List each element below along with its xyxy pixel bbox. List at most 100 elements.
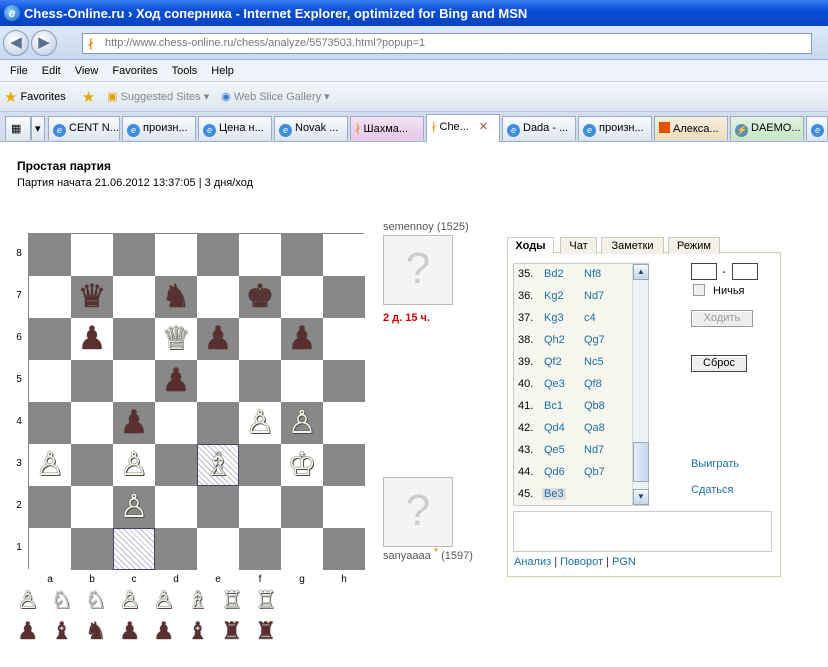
piece-b7[interactable]: ♛ (78, 278, 107, 314)
square-g1[interactable] (281, 528, 323, 570)
white-move[interactable]: Qd6 (544, 466, 565, 478)
square-b3[interactable] (71, 444, 113, 486)
suggested-sites[interactable]: ▣ Suggested Sites ▾ (107, 90, 209, 103)
square-h3[interactable] (323, 444, 365, 486)
tab-8[interactable]: e произн... (578, 116, 652, 140)
piece-g3[interactable]: ♔ (288, 446, 317, 482)
square-f7[interactable]: ♚ (239, 276, 281, 318)
square-c3[interactable]: ♙ (113, 444, 155, 486)
tab-moves[interactable]: Ходы (507, 237, 554, 254)
piece-e6[interactable]: ♟ (204, 320, 233, 356)
piece-c4[interactable]: ♟ (120, 404, 149, 440)
menu-help[interactable]: Help (207, 65, 238, 77)
tab-1[interactable]: e CENT N... (48, 116, 120, 140)
black-move[interactable]: Nc5 (584, 356, 604, 368)
white-move[interactable]: Bc1 (544, 400, 563, 412)
scroll-thumb[interactable] (633, 442, 649, 482)
tab-10[interactable]: ⚡ DAEMO... (730, 116, 804, 140)
piece-c2[interactable]: ♙ (120, 488, 149, 524)
back-button[interactable]: ◀ (3, 30, 29, 56)
square-a5[interactable] (29, 360, 71, 402)
score-black-field[interactable] (732, 263, 758, 280)
white-move[interactable]: Qd4 (544, 422, 565, 434)
square-f8[interactable] (239, 234, 281, 276)
scroll-down-arrow-icon[interactable]: ▼ (633, 489, 649, 505)
square-b2[interactable] (71, 486, 113, 528)
black-move[interactable]: Qa8 (584, 422, 605, 434)
tab-2[interactable]: e произн... (122, 116, 196, 140)
square-a1[interactable] (29, 528, 71, 570)
square-b7[interactable]: ♛ (71, 276, 113, 318)
menu-file[interactable]: File (6, 65, 32, 77)
square-d2[interactable] (155, 486, 197, 528)
square-a2[interactable] (29, 486, 71, 528)
piece-d7[interactable]: ♞ (162, 278, 191, 314)
square-b5[interactable] (71, 360, 113, 402)
square-g4[interactable]: ♙ (281, 402, 323, 444)
square-h7[interactable] (323, 276, 365, 318)
square-c8[interactable] (113, 234, 155, 276)
resign-link[interactable]: Сдаться (691, 484, 733, 496)
move-list[interactable]: 35. Bd2 Nf8 36. Kg2 Nd7 37. Kg3 c4 38. Qh2 Qg7 39. Qf… (513, 263, 649, 506)
square-f6[interactable] (239, 318, 281, 360)
tab-list-button[interactable]: ▾ (31, 116, 45, 140)
square-f5[interactable] (239, 360, 281, 402)
menu-edit[interactable]: Edit (38, 65, 65, 77)
square-e4[interactable] (197, 402, 239, 444)
black-move[interactable]: Qf8 (584, 378, 602, 390)
black-move[interactable]: Qb8 (584, 400, 605, 412)
square-g5[interactable] (281, 360, 323, 402)
address-field[interactable]: ∤ http://www.chess-online.ru/chess/analy… (82, 33, 812, 54)
white-move[interactable]: Qh2 (544, 334, 565, 346)
piece-a3[interactable]: ♙ (36, 446, 65, 482)
piece-b6[interactable]: ♟ (78, 320, 107, 356)
tab-7[interactable]: e Dada - ... (502, 116, 576, 140)
square-h6[interactable] (323, 318, 365, 360)
square-g7[interactable] (281, 276, 323, 318)
rotate-link[interactable]: Поворот (560, 556, 603, 568)
piece-d5[interactable]: ♟ (162, 362, 191, 398)
menu-favorites[interactable]: Favorites (108, 65, 161, 77)
square-h5[interactable] (323, 360, 365, 402)
square-c5[interactable] (113, 360, 155, 402)
tab-3[interactable]: e Цена н... (198, 116, 272, 140)
piece-g4[interactable]: ♙ (288, 404, 317, 440)
square-c4[interactable]: ♟ (113, 402, 155, 444)
white-move[interactable]: Qe3 (544, 378, 565, 390)
square-f4[interactable]: ♙ (239, 402, 281, 444)
square-b6[interactable]: ♟ (71, 318, 113, 360)
square-e1[interactable] (197, 528, 239, 570)
black-move[interactable]: Nd7 (584, 290, 604, 302)
black-move[interactable]: Qb7 (584, 466, 605, 478)
square-a7[interactable] (29, 276, 71, 318)
web-slice-gallery[interactable]: ◉ Web Slice Gallery ▾ (221, 90, 329, 103)
win-link[interactable]: Выиграть (691, 458, 739, 470)
square-e8[interactable] (197, 234, 239, 276)
piece-c3[interactable]: ♙ (120, 446, 149, 482)
black-move[interactable]: Nf8 (584, 268, 601, 280)
scroll-up-arrow-icon[interactable]: ▲ (633, 264, 649, 280)
white-move[interactable]: Qe5 (544, 444, 565, 456)
square-b1[interactable] (71, 528, 113, 570)
square-f2[interactable] (239, 486, 281, 528)
move-list-scrollbar[interactable]: ▲ ▼ (632, 264, 649, 505)
white-move[interactable]: Be3 (542, 488, 566, 500)
white-move[interactable]: Qf2 (544, 356, 562, 368)
square-a4[interactable] (29, 402, 71, 444)
chess-board[interactable]: ♛ ♞ ♚ ♟ ♕ ♟ ♟ ♟ ♟ ♙ ♙ ♙ ♙ ♗ ♔ ♙ (28, 233, 365, 570)
square-d5[interactable]: ♟ (155, 360, 197, 402)
new-tab-button[interactable]: e (806, 116, 828, 140)
square-a3[interactable]: ♙ (29, 444, 71, 486)
square-e6[interactable]: ♟ (197, 318, 239, 360)
square-b8[interactable] (71, 234, 113, 276)
square-e2[interactable] (197, 486, 239, 528)
square-d3[interactable] (155, 444, 197, 486)
comment-textarea[interactable] (513, 511, 772, 552)
close-tab-icon[interactable]: ✕ (479, 121, 488, 133)
reset-button[interactable]: Сброс (691, 355, 747, 372)
square-g2[interactable] (281, 486, 323, 528)
menu-view[interactable]: View (71, 65, 103, 77)
piece-e3[interactable]: ♗ (204, 446, 233, 482)
square-d7[interactable]: ♞ (155, 276, 197, 318)
score-white-field[interactable] (691, 263, 717, 280)
